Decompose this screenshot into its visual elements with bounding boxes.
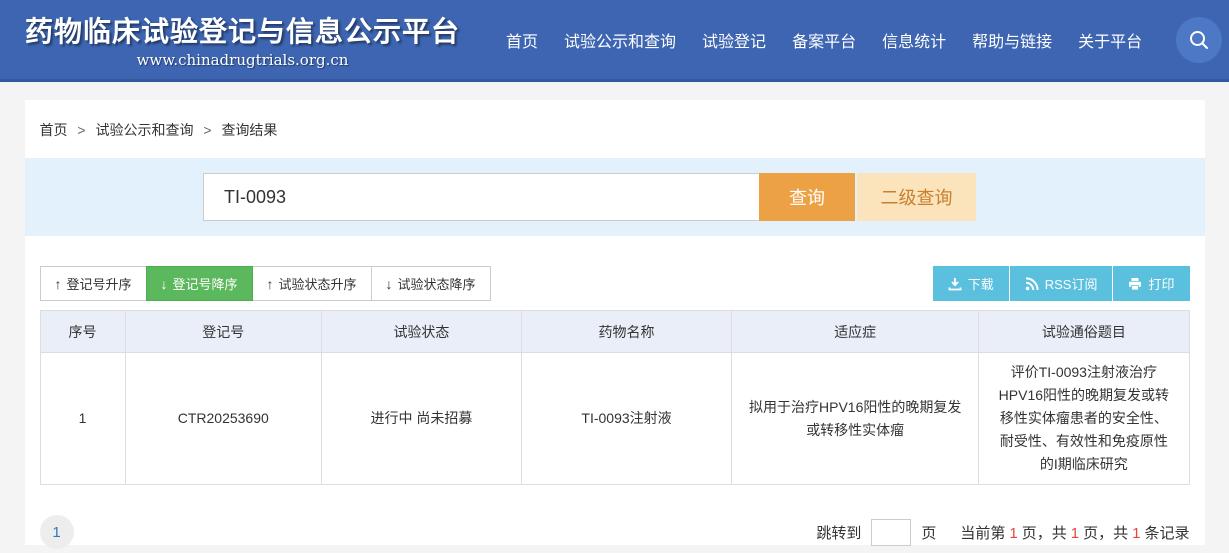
col-header-status: 试验状态	[321, 311, 521, 353]
breadcrumb-home[interactable]: 首页	[40, 122, 68, 138]
main-nav: 首页 试验公示和查询 试验登记 备案平台 信息统计 帮助与链接 关于平台	[506, 28, 1168, 52]
arrow-up-icon: ↑	[267, 276, 274, 292]
toolbar: ↑ 登记号升序 ↓ 登记号降序 ↑ 试验状态升序 ↓ 试验状态降序	[25, 266, 1205, 301]
cell-status: 进行中 尚未招募	[321, 353, 521, 485]
site-logo[interactable]: 药物临床试验登记与信息公示平台 www.chinadrugtrials.org.…	[25, 10, 460, 69]
cell-index: 1	[40, 353, 125, 485]
site-title: 药物临床试验登记与信息公示平台	[25, 10, 460, 50]
arrow-up-icon: ↑	[55, 276, 62, 292]
col-header-public-title: 试验通俗题目	[979, 311, 1189, 353]
arrow-down-icon: ↓	[386, 276, 393, 292]
breadcrumb-current: 查询结果	[221, 122, 277, 138]
nav-item-trial-registration[interactable]: 试验登记	[702, 28, 766, 52]
nav-item-help-links[interactable]: 帮助与链接	[972, 28, 1052, 52]
secondary-query-button[interactable]: 二级查询	[857, 173, 976, 221]
site-url: www.chinadrugtrials.org.cn	[137, 51, 349, 69]
col-header-indication: 适应症	[732, 311, 979, 353]
sort-regno-desc-button[interactable]: ↓ 登记号降序	[146, 266, 253, 301]
nav-item-search-publicity[interactable]: 试验公示和查询	[564, 28, 676, 52]
nav-item-home[interactable]: 首页	[506, 28, 538, 52]
current-page-number: 1	[1009, 525, 1017, 542]
arrow-down-icon: ↓	[161, 276, 168, 292]
total-pages-number: 1	[1071, 525, 1079, 542]
rss-button[interactable]: RSS订阅	[1009, 266, 1113, 301]
query-button[interactable]: 查询	[759, 173, 855, 221]
header-search-button[interactable]	[1176, 17, 1222, 63]
header: 药物临床试验登记与信息公示平台 www.chinadrugtrials.org.…	[0, 0, 1229, 82]
cell-indication: 拟用于治疗HPV16阳性的晚期复发或转移性实体瘤	[732, 353, 979, 485]
table-row[interactable]: 1 CTR20253690 进行中 尚未招募 TI-0093注射液 拟用于治疗H…	[40, 353, 1189, 485]
table-header-row: 序号 登记号 试验状态 药物名称 适应症 试验通俗题目	[40, 311, 1189, 353]
cell-registration-no[interactable]: CTR20253690	[125, 353, 321, 485]
results-table: 序号 登记号 试验状态 药物名称 适应症 试验通俗题目 1 CTR2025369…	[40, 310, 1190, 485]
content-panel: 首页 > 试验公示和查询 > 查询结果 查询 二级查询 ↑ 登记号升序 ↓ 登记…	[25, 100, 1205, 545]
jump-unit: 页	[921, 522, 936, 543]
breadcrumb: 首页 > 试验公示和查询 > 查询结果	[25, 100, 1205, 158]
print-icon	[1128, 277, 1142, 291]
nav-item-filing-platform[interactable]: 备案平台	[792, 28, 856, 52]
col-header-registration-no: 登记号	[125, 311, 321, 353]
jump-page-input[interactable]	[871, 519, 911, 546]
breadcrumb-search-publicity[interactable]: 试验公示和查询	[95, 122, 193, 138]
breadcrumb-separator: >	[77, 122, 85, 138]
search-input[interactable]	[203, 173, 759, 221]
sort-status-desc-button[interactable]: ↓ 试验状态降序	[371, 266, 491, 301]
search-section: 查询 二级查询	[25, 158, 1205, 236]
total-records-number: 1	[1132, 525, 1140, 542]
nav-item-about[interactable]: 关于平台	[1078, 28, 1142, 52]
col-header-index: 序号	[40, 311, 125, 353]
jump-label: 跳转到	[816, 522, 861, 543]
download-icon	[948, 277, 962, 291]
rss-icon	[1025, 277, 1039, 291]
page-1-button[interactable]: 1	[40, 515, 74, 549]
sort-button-group: ↑ 登记号升序 ↓ 登记号降序 ↑ 试验状态升序 ↓ 试验状态降序	[40, 266, 491, 301]
nav-item-statistics[interactable]: 信息统计	[882, 28, 946, 52]
cell-drug-name: TI-0093注射液	[521, 353, 731, 485]
sort-regno-asc-button[interactable]: ↑ 登记号升序	[40, 266, 147, 301]
action-button-group: 下载 RSS订阅 打印	[933, 266, 1190, 301]
page-summary: 当前第1页，共1页，共1条记录	[960, 522, 1189, 543]
pagination: 1 跳转到 页 当前第1页，共1页，共1条记录	[25, 515, 1205, 549]
col-header-drug-name: 药物名称	[521, 311, 731, 353]
breadcrumb-separator: >	[203, 122, 211, 138]
print-button[interactable]: 打印	[1112, 266, 1189, 301]
download-button[interactable]: 下载	[933, 266, 1009, 301]
sort-status-asc-button[interactable]: ↑ 试验状态升序	[252, 266, 372, 301]
cell-public-title: 评价TI-0093注射液治疗HPV16阳性的晚期复发或转移性实体瘤患者的安全性、…	[979, 353, 1189, 485]
search-icon	[1188, 29, 1210, 51]
